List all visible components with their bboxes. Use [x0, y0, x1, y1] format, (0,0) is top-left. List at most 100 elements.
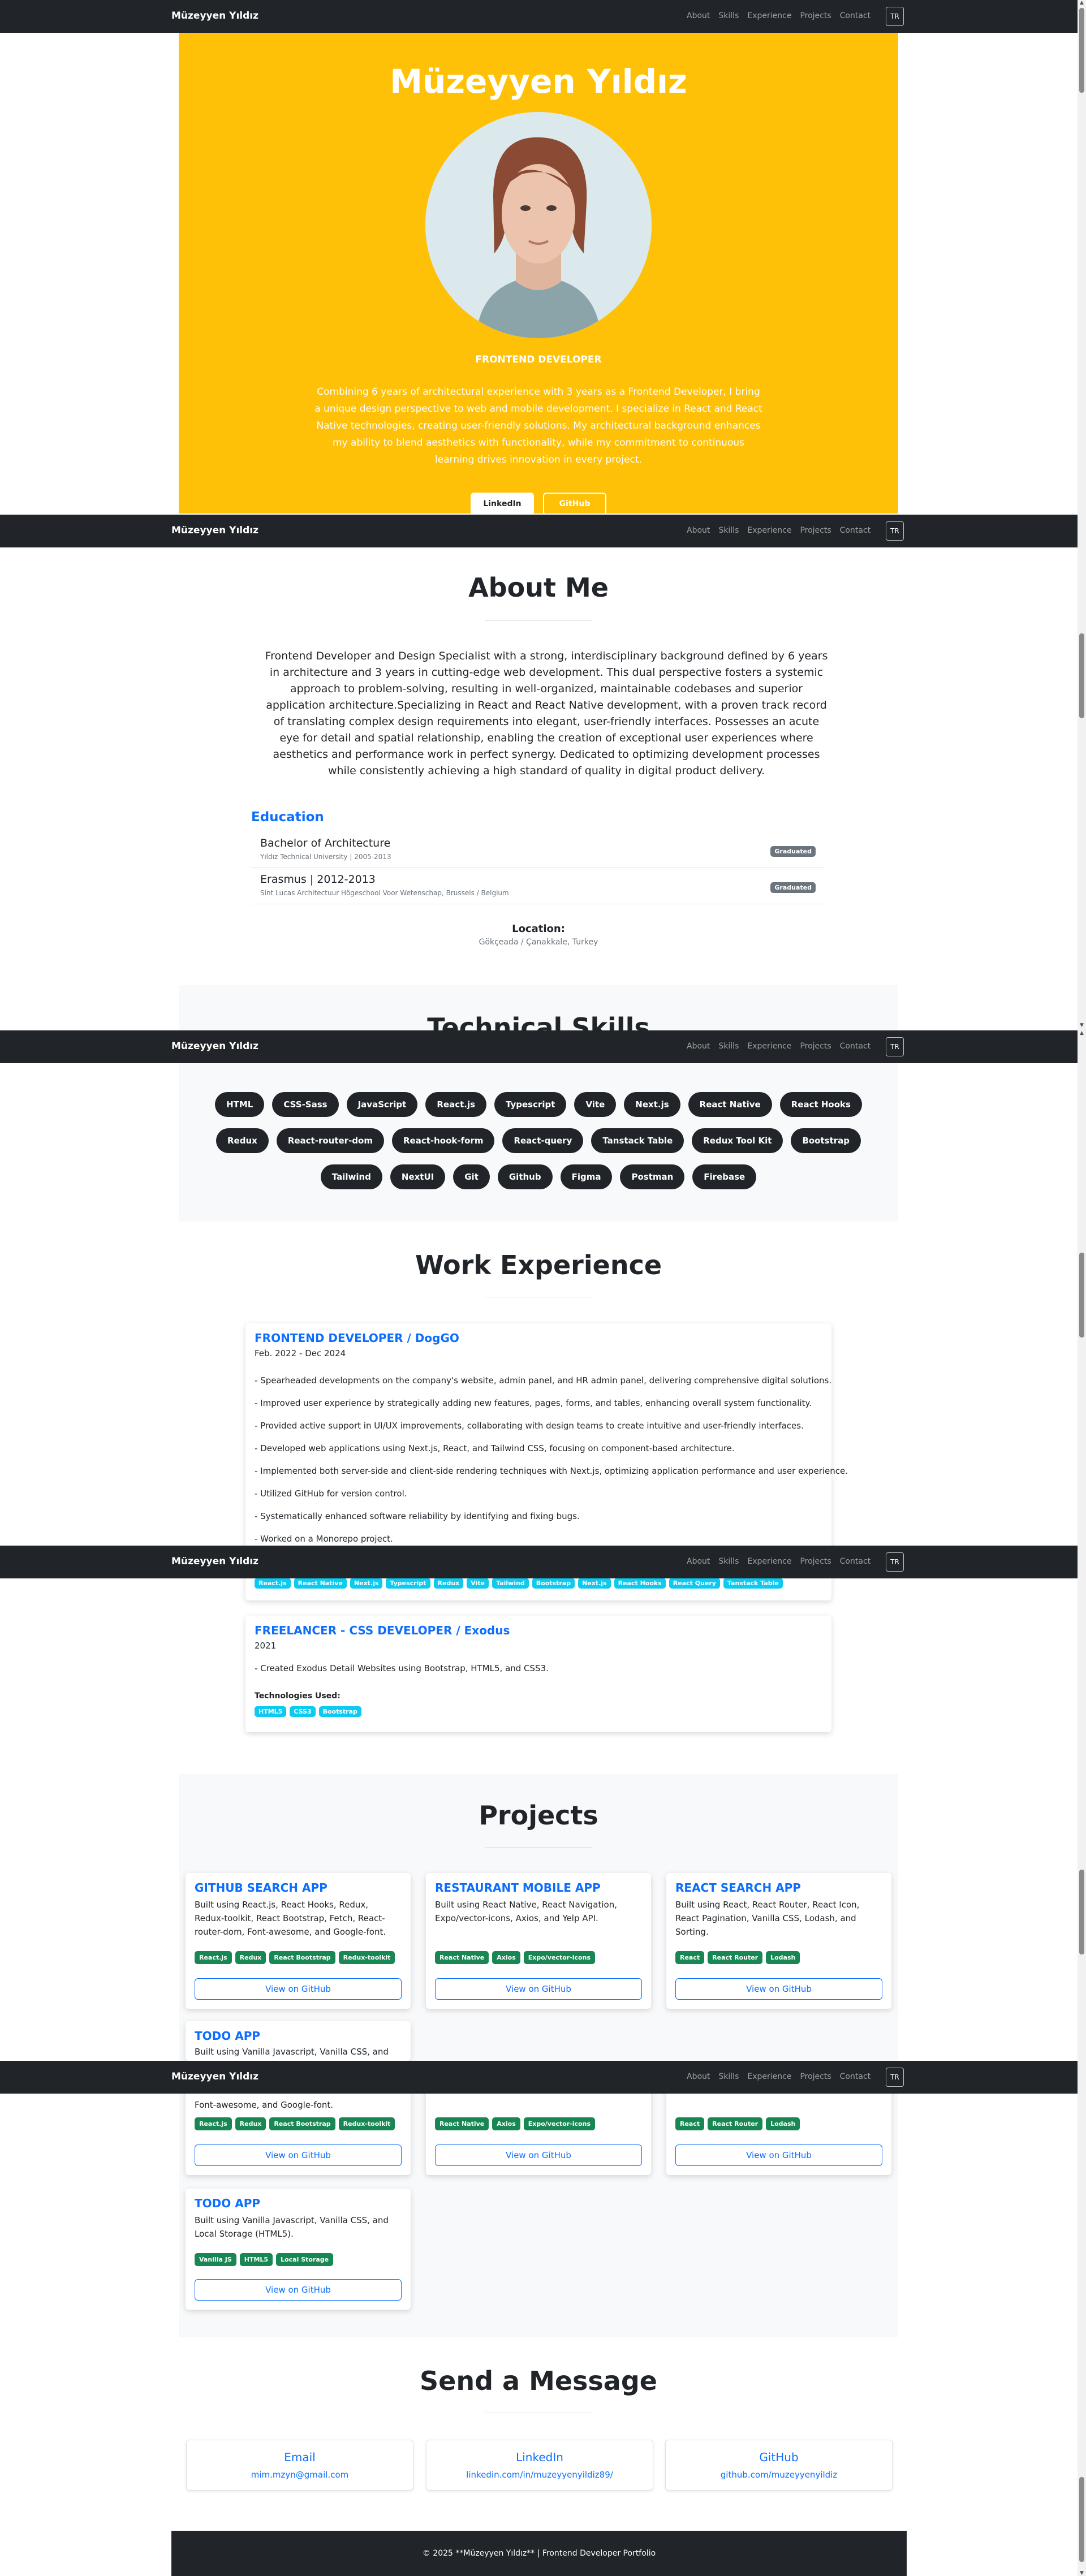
nav-link-projects[interactable]: Projects: [800, 1557, 831, 1566]
scroll-up-icon[interactable]: ▲: [1079, 1030, 1085, 1036]
tech-tag: Redux: [433, 1578, 464, 1589]
tech-tag: CSS3: [290, 1706, 316, 1717]
tech-tag: Lodash: [766, 1951, 800, 1964]
view-github-button[interactable]: View on GitHub: [675, 1978, 882, 2000]
scrollbar-thumb[interactable]: [1079, 8, 1084, 93]
project-desc: Built using React, React Router, React I…: [675, 1900, 860, 1937]
job-bullet: - Utilized GitHub for version control.: [255, 1488, 407, 1499]
language-toggle[interactable]: TR: [886, 521, 904, 541]
tech-tag: HTML5: [239, 2253, 273, 2266]
contact-card-email[interactable]: Email mim.mzyn@gmail.com: [186, 2440, 413, 2491]
scrollbar-thumb[interactable]: [1079, 2477, 1084, 2562]
contact-value[interactable]: mim.mzyn@gmail.com: [187, 2470, 413, 2480]
view-github-button[interactable]: View on GitHub: [435, 2144, 642, 2166]
tech-tag: Redux-toolkit: [338, 2117, 395, 2130]
scroll-down-icon[interactable]: ▼: [1079, 2570, 1085, 2576]
github-button[interactable]: GitHub: [543, 493, 606, 515]
skill-chip: Figma: [560, 1164, 613, 1189]
job-bullet: - Spearheaded developments on the compan…: [255, 1375, 832, 1386]
navbar-brand[interactable]: Müzeyyen Yıldız: [171, 2071, 258, 2082]
language-toggle[interactable]: TR: [886, 1037, 904, 1056]
nav-link-experience[interactable]: Experience: [747, 11, 791, 20]
job-card: FREELANCER - CSS DEVELOPER / Exodus 2021…: [245, 1616, 831, 1732]
view-github-button[interactable]: View on GitHub: [435, 1978, 642, 2000]
linkedin-button[interactable]: LinkedIn: [471, 493, 534, 515]
contact-value[interactable]: github.com/muzeyyenyildiz: [666, 2470, 892, 2480]
project-title: TODO APP: [195, 2029, 261, 2043]
scrollbar-thumb[interactable]: [1079, 633, 1084, 718]
nav-link-projects[interactable]: Projects: [800, 1042, 831, 1051]
nav-link-skills[interactable]: Skills: [718, 1042, 739, 1051]
tech-tag: Lodash: [766, 2117, 800, 2130]
nav-link-about[interactable]: About: [687, 11, 710, 20]
project-tags: React Native Axios Expo/vector-icons: [435, 2117, 595, 2130]
navbar-brand[interactable]: Müzeyyen Yıldız: [171, 1041, 258, 1052]
tech-tag: Axios: [492, 2117, 520, 2130]
navbar-brand[interactable]: Müzeyyen Yıldız: [171, 10, 258, 21]
tech-tag: Next.js: [578, 1578, 611, 1589]
nav-links: About Skills Experience Projects Contact: [687, 526, 870, 535]
tech-tag: Local Storage: [276, 2253, 334, 2266]
project-title: REACT SEARCH APP: [675, 1881, 801, 1895]
profile-photo: [425, 112, 652, 338]
nav-link-contact[interactable]: Contact: [840, 526, 870, 535]
nav-link-projects[interactable]: Projects: [800, 2072, 831, 2081]
nav-link-skills[interactable]: Skills: [718, 11, 739, 20]
skill-chip: React-router-dom: [276, 1128, 384, 1153]
project-card: GITHUB SEARCH APP Built using React.js, …: [186, 1873, 411, 2009]
nav-link-experience[interactable]: Experience: [747, 526, 791, 535]
projects-divider: [485, 1847, 592, 1848]
contact-card-linkedin[interactable]: LinkedIn linkedin.com/in/muzeyyenyildiz8…: [426, 2440, 653, 2491]
nav-link-contact[interactable]: Contact: [840, 2072, 870, 2081]
tech-tag: Vite: [467, 1578, 489, 1589]
navbar: Müzeyyen Yıldız About Skills Experience …: [0, 2061, 1078, 2094]
language-toggle[interactable]: TR: [886, 7, 904, 26]
nav-link-projects[interactable]: Projects: [800, 11, 831, 20]
scrollbar-thumb[interactable]: [1079, 1253, 1084, 1337]
nav-link-skills[interactable]: Skills: [718, 526, 739, 535]
nav-link-contact[interactable]: Contact: [840, 11, 870, 20]
skills-row: HTML CSS-Sass JavaScript React.js Typesc…: [179, 1092, 898, 1117]
footer: © 2025 **Müzeyyen Yıldız** | Frontend De…: [171, 2531, 907, 2576]
nav-link-experience[interactable]: Experience: [747, 1557, 791, 1566]
job-bullet: - Implemented both server-side and clien…: [255, 1466, 848, 1476]
view-github-button[interactable]: View on GitHub: [675, 2144, 882, 2166]
nav-links: About Skills Experience Projects Contact: [687, 2072, 870, 2081]
nav-link-about[interactable]: About: [687, 526, 710, 535]
skill-chip: Tailwind: [320, 1164, 382, 1189]
scrollbar-thumb[interactable]: [1079, 1870, 1084, 1954]
project-card: TODO APP Built using Vanilla Javascript,…: [186, 2189, 411, 2310]
view-github-button[interactable]: View on GitHub: [195, 2279, 402, 2301]
education-title: Education: [251, 810, 324, 825]
nav-link-contact[interactable]: Contact: [840, 1042, 870, 1051]
nav-link-experience[interactable]: Experience: [747, 1042, 791, 1051]
navbar-brand[interactable]: Müzeyyen Yıldız: [171, 1556, 258, 1567]
nav-link-contact[interactable]: Contact: [840, 1557, 870, 1566]
view-github-button[interactable]: View on GitHub: [195, 1978, 402, 2000]
scroll-up-icon[interactable]: ▲: [1079, 0, 1085, 6]
skill-chip: JavaScript: [346, 1092, 418, 1117]
tech-tag: Axios: [492, 1951, 520, 1964]
contact-card-github[interactable]: GitHub github.com/muzeyyenyildiz: [665, 2440, 893, 2491]
education-item: Erasmus | 2012-2013 Sint Lucas Architect…: [251, 869, 825, 904]
tech-tag: React Native: [294, 1578, 347, 1589]
hero-bio: Combining 6 years of architectural exper…: [314, 386, 762, 465]
tech-tag: Redux: [235, 2117, 266, 2130]
navbar-brand[interactable]: Müzeyyen Yıldız: [171, 525, 258, 536]
nav-link-projects[interactable]: Projects: [800, 526, 831, 535]
nav-link-about[interactable]: About: [687, 1557, 710, 1566]
scroll-down-icon[interactable]: ▼: [1079, 1022, 1085, 1028]
location-title: Location:: [512, 923, 565, 935]
view-github-button[interactable]: View on GitHub: [195, 2144, 402, 2166]
tech-tag: Expo/vector-icons: [523, 2117, 595, 2130]
language-toggle[interactable]: TR: [886, 1552, 904, 1572]
tech-tag: Redux: [235, 1951, 266, 1964]
contact-value[interactable]: linkedin.com/in/muzeyyenyildiz89/: [426, 2470, 653, 2480]
nav-link-experience[interactable]: Experience: [747, 2072, 791, 2081]
skills-row: Redux React-router-dom React-hook-form R…: [179, 1128, 898, 1153]
nav-link-about[interactable]: About: [687, 1042, 710, 1051]
nav-link-about[interactable]: About: [687, 2072, 710, 2081]
nav-link-skills[interactable]: Skills: [718, 1557, 739, 1566]
nav-link-skills[interactable]: Skills: [718, 2072, 739, 2081]
language-toggle[interactable]: TR: [886, 2068, 904, 2087]
